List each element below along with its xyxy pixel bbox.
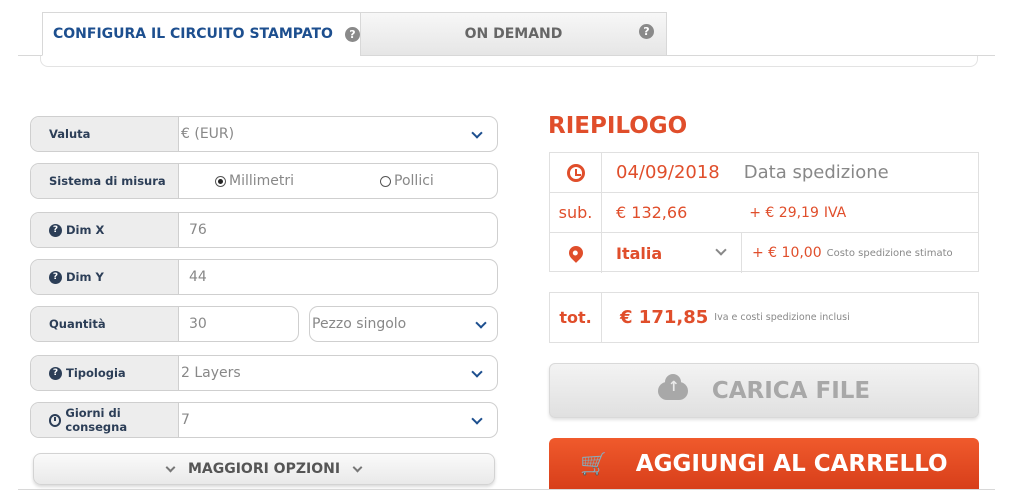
country-value: Italia (616, 243, 663, 263)
quantity-mode-select[interactable]: Pezzo singolo (309, 306, 498, 342)
type-label: Tipologia (66, 366, 126, 380)
subtotal-label: sub. (550, 193, 602, 232)
currency-label: Valuta (31, 117, 179, 151)
question-circle-icon[interactable]: ? (49, 270, 62, 284)
radio-inches-label: Pollici (394, 173, 434, 189)
type-field: ? Tipologia 2 Layers (30, 355, 498, 391)
type-value: 2 Layers (181, 365, 241, 381)
location-pin-icon (565, 243, 586, 263)
tab-on-demand-label: ON DEMAND (464, 26, 563, 42)
divider (18, 489, 995, 490)
quantity-label: Quantità (31, 307, 179, 341)
total-value: € 171,85 (620, 307, 709, 328)
quantity-mode-value: Pezzo singolo (312, 316, 407, 332)
dim-x-field: ? Dim X 76 (30, 212, 498, 248)
dim-x-value: 76 (189, 222, 207, 238)
chevron-down-icon (352, 462, 363, 472)
dim-x-input[interactable]: 76 (179, 213, 497, 247)
tab-configure-pcb[interactable]: CONFIGURA IL CIRCUITO STAMPATO ? (42, 12, 368, 56)
radio-selected-icon[interactable] (215, 175, 226, 187)
question-circle-icon[interactable]: ? (49, 366, 62, 380)
tab-configure-pcb-label: CONFIGURA IL CIRCUITO STAMPATO (53, 26, 333, 42)
ship-date-label: Data spedizione (743, 162, 889, 183)
vat-value: + € 29,19 (749, 204, 819, 221)
shipping-value: + € 10,00 (752, 245, 822, 261)
delivery-days-value: 7 (181, 412, 190, 428)
quantity-value: 30 (189, 316, 207, 332)
chevron-down-icon (475, 317, 487, 329)
add-to-cart-button[interactable]: 🛒 AGGIUNGI AL CARRELLO (549, 438, 979, 490)
currency-field[interactable]: Valuta € (EUR) (30, 116, 498, 152)
measurement-system-label: Sistema di misura (31, 164, 179, 198)
more-options-button[interactable]: MAGGIORI OPZIONI (33, 453, 495, 485)
more-options-label: MAGGIORI OPZIONI (187, 461, 341, 477)
quantity-input[interactable]: 30 (179, 316, 207, 332)
dim-y-value: 44 (189, 269, 207, 285)
summary-table: 04/09/2018 Data spedizione sub. € 132,66… (549, 152, 979, 273)
total-label: tot. (550, 293, 602, 342)
tab-on-demand[interactable]: ON DEMAND ? (360, 12, 667, 56)
currency-select[interactable]: € (EUR) (179, 117, 497, 151)
add-to-cart-label: AGGIUNGI AL CARRELLO (635, 451, 948, 477)
chevron-down-icon (471, 127, 483, 139)
chevron-down-icon (715, 244, 727, 256)
delivery-days-label: Giorni di consegna (65, 406, 128, 434)
dim-y-field: ? Dim Y 44 (30, 259, 498, 295)
delivery-days-select[interactable]: 7 (179, 403, 497, 437)
ship-date-value: 04/09/2018 (616, 162, 720, 183)
radio-millimeters[interactable]: Millimetri (215, 173, 294, 189)
tab-bar: CONFIGURA IL CIRCUITO STAMPATO ? ON DEMA… (18, 0, 995, 56)
shipping-label: Costo spedizione stimato (826, 247, 953, 259)
country-select[interactable]: Italia (602, 233, 742, 273)
radio-unselected-icon[interactable] (380, 175, 392, 187)
currency-value: € (EUR) (181, 126, 235, 142)
measurement-system-field: Sistema di misura Millimetri Pollici (30, 163, 498, 199)
upload-file-label: CARICA FILE (711, 377, 871, 404)
total-note: Iva e costi spedizione inclusi (714, 312, 850, 323)
shipping-row: Italia + € 10,00 Costo spedizione stimat… (550, 233, 978, 273)
ship-date-row: 04/09/2018 Data spedizione (550, 153, 978, 193)
chevron-down-icon (165, 462, 176, 472)
chevron-down-icon (471, 413, 483, 425)
delivery-days-field: Giorni di consegna 7 (30, 402, 498, 438)
cart-icon: 🛒 (580, 451, 608, 477)
tab-panel-edge (40, 56, 978, 67)
dim-y-label: Dim Y (66, 270, 104, 284)
quantity-field: Quantità 30 (30, 306, 299, 342)
vat-label: IVA (823, 204, 847, 221)
type-select[interactable]: 2 Layers (179, 356, 497, 390)
cloud-upload-icon (657, 373, 688, 400)
radio-millimeters-label: Millimetri (229, 173, 295, 189)
question-icon[interactable]: ? (639, 24, 654, 39)
total-box: tot. € 171,85 Iva e costi spedizione inc… (549, 292, 979, 343)
question-circle-icon[interactable]: ? (49, 223, 62, 237)
question-icon[interactable]: ? (344, 26, 360, 42)
subtotal-row: sub. € 132,66 + € 29,19 IVA (550, 193, 978, 233)
chevron-down-icon (471, 366, 483, 378)
clock-icon (566, 163, 585, 182)
dim-y-input[interactable]: 44 (179, 260, 497, 294)
dim-x-label: Dim X (66, 223, 105, 237)
clock-icon[interactable] (49, 413, 62, 427)
upload-file-button[interactable]: CARICA FILE (549, 363, 979, 418)
summary-title: RIEPILOGO (548, 113, 688, 139)
radio-inches[interactable]: Pollici (380, 173, 434, 189)
subtotal-value: € 132,66 (616, 203, 688, 222)
